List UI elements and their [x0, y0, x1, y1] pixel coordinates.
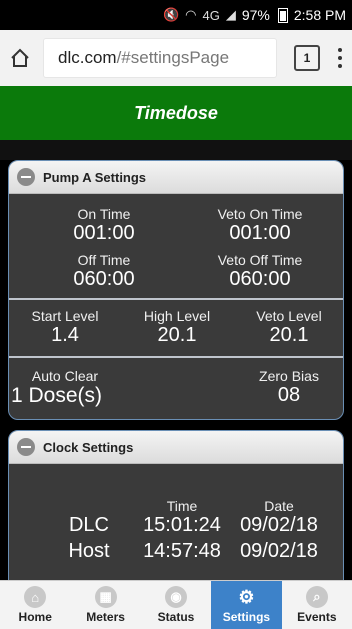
clock-row-date: 09/02/18: [240, 514, 318, 536]
status-icon: ◉: [165, 586, 188, 608]
tab-switcher-button[interactable]: 1: [294, 45, 320, 71]
home-icon: ⌂: [24, 586, 47, 608]
timing-row: On Time 001:00 Veto On Time 001:00 Off T…: [9, 194, 343, 300]
high-level-cell[interactable]: High Level 20.1: [121, 308, 233, 347]
off-time-label: Off Time: [77, 252, 131, 268]
search-icon: ⌕: [305, 586, 328, 608]
veto-level-label: Veto Level: [256, 308, 322, 324]
clock-row-time: 15:01:24: [143, 514, 221, 536]
veto-level-cell[interactable]: Veto Level 20.1: [233, 308, 343, 347]
status-bar: 🔇 ◠ 4G ◢ 97% 2:58 PM: [0, 0, 352, 30]
battery-icon: [277, 7, 288, 23]
browser-toolbar: dlc.com/#settingsPage 1: [0, 30, 352, 86]
clock-settings-header[interactable]: Clock Settings: [9, 431, 343, 464]
nav-meters[interactable]: ▦ Meters: [70, 581, 140, 629]
nav-settings[interactable]: ⚙ Settings: [211, 581, 282, 629]
gear-icon: ⚙: [238, 586, 255, 607]
meters-icon: ▦: [94, 586, 117, 608]
clear-bias-row: Auto Clear 1 Dose(s) Zero Bias 08: [9, 358, 343, 419]
clock-settings-panel: Clock Settings Time Date DLC 15:01:24 09…: [8, 430, 344, 590]
veto-on-time-label: Veto On Time: [217, 206, 303, 222]
pump-a-settings-panel: Pump A Settings On Time 001:00 Veto On T…: [8, 160, 344, 420]
start-level-label: Start Level: [31, 308, 99, 324]
veto-off-time-value: 060:00: [229, 268, 291, 290]
nav-label: Meters: [86, 610, 125, 624]
clock-row-time: 14:57:48: [143, 540, 221, 562]
collapse-icon[interactable]: [17, 168, 35, 186]
wifi-icon: ◠: [185, 7, 197, 22]
zero-bias-label: Zero Bias: [259, 368, 319, 384]
auto-clear-label: Auto Clear: [31, 368, 99, 384]
header-spacer: [0, 140, 352, 160]
pump-a-settings-title: Pump A Settings: [43, 169, 147, 185]
page-title: Timedose: [0, 86, 352, 141]
bottom-nav: ⌂ Home ▦ Meters ◉ Status ⚙ Settings ⌕ Ev…: [0, 580, 352, 629]
auto-clear-value: 1 Dose(s): [11, 384, 103, 407]
time-column-header: Time: [166, 498, 198, 514]
network-type: 4G: [202, 7, 220, 23]
home-outline-icon: [11, 48, 29, 67]
url-field[interactable]: dlc.com/#settingsPage: [44, 39, 276, 77]
overflow-menu-button[interactable]: [334, 48, 346, 68]
collapse-icon[interactable]: [17, 438, 35, 456]
high-level-value: 20.1: [157, 324, 197, 346]
browser-home-button[interactable]: [6, 44, 34, 72]
veto-off-time-label: Veto Off Time: [217, 252, 303, 268]
pump-a-settings-header[interactable]: Pump A Settings: [9, 161, 343, 194]
nav-label: Status: [157, 610, 195, 624]
veto-level-value: 20.1: [269, 324, 309, 346]
zero-bias-cell[interactable]: Zero Bias 08: [233, 368, 343, 407]
clock-row-name: DLC: [68, 514, 109, 536]
nav-label: Settings: [222, 610, 271, 624]
nav-home[interactable]: ⌂ Home: [0, 581, 70, 629]
nav-label: Events: [297, 610, 337, 624]
veto-off-time-cell[interactable]: Veto Off Time 060:00: [175, 252, 343, 291]
clock-time: 2:58 PM: [293, 7, 346, 23]
start-level-cell[interactable]: Start Level 1.4: [9, 308, 121, 347]
on-time-cell[interactable]: On Time 001:00: [19, 206, 189, 245]
date-column-header: Date: [264, 498, 294, 514]
clock-settings-title: Clock Settings: [43, 439, 134, 455]
auto-clear-cell[interactable]: Auto Clear 1 Dose(s): [9, 368, 121, 408]
nav-status[interactable]: ◉ Status: [141, 581, 211, 629]
level-row: Start Level 1.4 High Level 20.1 Veto Lev…: [9, 300, 343, 358]
mute-icon: 🔇: [162, 7, 180, 22]
zero-bias-value: 08: [277, 384, 301, 406]
off-time-value: 060:00: [73, 268, 135, 290]
clock-table: Time Date DLC 15:01:24 09/02/18 Host 14:…: [9, 464, 343, 589]
nav-events[interactable]: ⌕ Events: [282, 581, 352, 629]
veto-on-time-value: 001:00: [229, 222, 291, 244]
signal-icon: ◢: [225, 7, 236, 22]
clock-row-date: 09/02/18: [240, 540, 318, 562]
clock-row-name: Host: [68, 540, 110, 562]
nav-label: Home: [18, 610, 52, 624]
veto-on-time-cell[interactable]: Veto On Time 001:00: [175, 206, 343, 245]
start-level-value: 1.4: [51, 324, 79, 346]
url-domain: dlc.com: [58, 48, 117, 67]
url-path: /#settingsPage: [116, 48, 230, 67]
battery-percent: 97%: [241, 7, 270, 23]
on-time-label: On Time: [77, 206, 131, 222]
off-time-cell[interactable]: Off Time 060:00: [19, 252, 189, 291]
high-level-label: High Level: [143, 308, 211, 324]
on-time-value: 001:00: [73, 222, 135, 244]
